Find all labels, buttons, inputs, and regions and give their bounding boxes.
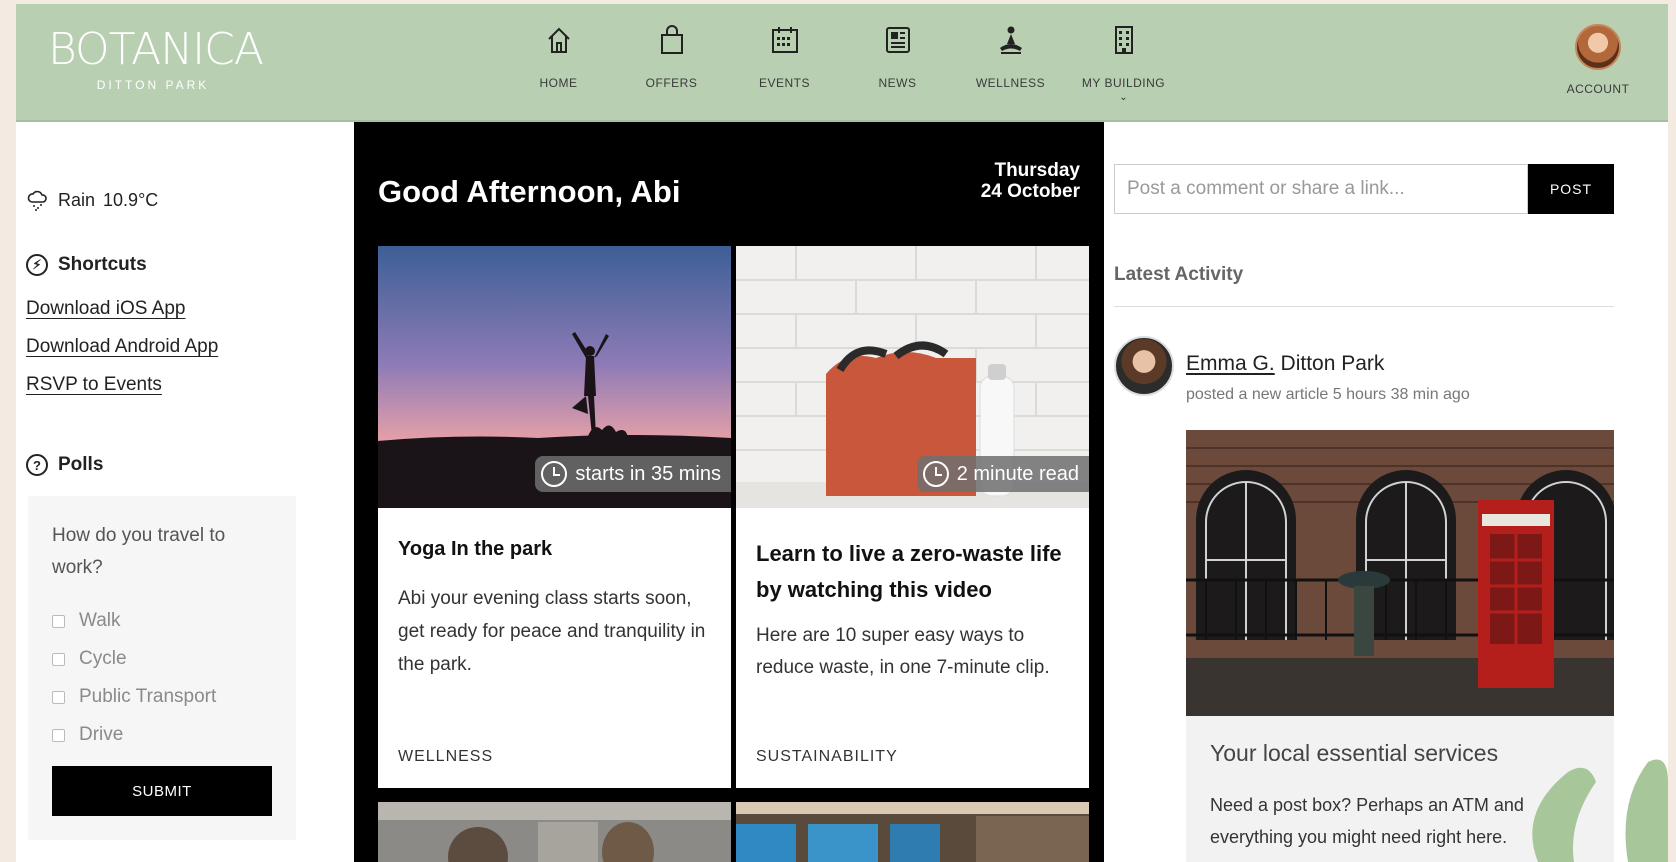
poll-option-label: Walk [79, 610, 121, 631]
card-title: Learn to live a zero-waste life by watch… [756, 541, 1062, 602]
activity-meta: posted a new article 5 hours 38 min ago [1186, 386, 1470, 403]
bag-icon [660, 25, 683, 54]
newspaper-icon [885, 27, 910, 53]
shortcuts-title: Shortcuts [58, 254, 147, 275]
author-location: Ditton Park [1280, 352, 1385, 375]
lightning-icon: ⚡︎ [26, 254, 48, 276]
nav-wellness-label: WELLNESS [975, 76, 1046, 90]
nav-news[interactable]: NEWS [841, 24, 954, 103]
question-icon: ? [26, 454, 48, 476]
greeting-title: Good Afternoon, Abi [378, 174, 681, 209]
checkbox[interactable] [52, 690, 65, 704]
nav-news-label: NEWS [878, 76, 917, 90]
shortcut-rsvp-events[interactable]: RSVP to Events [26, 374, 162, 396]
shortcut-ios-app[interactable]: Download iOS App [26, 298, 186, 320]
zero-waste-image: 2 minute read [736, 246, 1089, 508]
poll-option-label: Drive [79, 724, 124, 745]
poll-submit-button[interactable]: SUBMIT [52, 766, 272, 816]
polls-title: Polls [58, 454, 104, 475]
post-comment-input[interactable]: Post a comment or share a link... [1114, 164, 1528, 214]
author-avatar[interactable] [1114, 336, 1174, 396]
date-value: 24 October [980, 181, 1080, 202]
poll-card: How do you travel to work? Walk Cycle Pu… [28, 496, 296, 840]
latest-activity-heading: Latest Activity [1114, 264, 1244, 285]
card-category: SUSTAINABILITY [756, 748, 898, 765]
avatar[interactable] [1575, 24, 1621, 70]
badge-text: starts in 35 mins [575, 462, 721, 485]
card-category: WELLNESS [398, 748, 494, 765]
nav-home-label: HOME [539, 76, 578, 90]
poll-option-walk[interactable]: Walk [52, 602, 272, 640]
badge-text: 2 minute read [956, 462, 1079, 485]
poll-option-label: Public Transport [79, 686, 217, 707]
rain-cloud-icon [27, 190, 47, 211]
activity-column: Post a comment or share a link... POST L… [1114, 122, 1654, 862]
meditation-icon [999, 26, 1022, 54]
top-header: BOTANICA DITTON PARK HOME OFFERS EVENTS … [16, 4, 1668, 122]
weather-condition: Rain [58, 189, 96, 210]
poll-option-public-transport[interactable]: Public Transport [52, 678, 272, 716]
read-time-badge: 2 minute read [916, 456, 1089, 492]
nav-events[interactable]: EVENTS [728, 24, 841, 103]
brand-location: DITTON PARK [96, 78, 210, 92]
card-body: Here are 10 super easy ways to reduce wa… [756, 625, 1050, 678]
article-preview[interactable]: Your local essential services Need a pos… [1186, 716, 1614, 862]
account-label: ACCOUNT [1566, 82, 1630, 96]
checkbox[interactable] [52, 728, 65, 742]
poll-question: How do you travel to work? [52, 525, 226, 578]
poll-option-drive[interactable]: Drive [52, 716, 272, 754]
building-icon [1114, 26, 1133, 54]
nav-home[interactable]: HOME [502, 24, 615, 103]
nav-offers[interactable]: OFFERS [615, 24, 728, 103]
article-image[interactable] [1186, 430, 1614, 716]
polls-heading: ? Polls [26, 454, 103, 476]
article-title: Your local essential services [1210, 740, 1499, 766]
nav-my-building[interactable]: MY BUILDING ⌄ [1067, 24, 1180, 103]
weather-temp: 10.9°C [103, 189, 159, 210]
left-sidebar: Rain 10.9°C ⚡︎ Shortcuts Download iOS Ap… [26, 122, 346, 862]
yoga-image: starts in 35 mins [378, 246, 731, 508]
poll-option-label: Cycle [79, 648, 127, 669]
card-title: Yoga In the park [398, 538, 553, 560]
date-day: Thursday [994, 160, 1080, 181]
room-image [736, 802, 1089, 862]
checkbox[interactable] [52, 614, 65, 628]
feed-card-zero-waste[interactable]: 2 minute read Learn to live a zero-waste… [736, 246, 1089, 788]
event-start-badge: starts in 35 mins [535, 456, 731, 492]
shortcut-android-app[interactable]: Download Android App [26, 336, 218, 358]
office-image [378, 802, 731, 862]
weather-widget: Rain 10.9°C [26, 188, 158, 212]
article-excerpt: Need a post box? Perhaps an ATM and ever… [1210, 795, 1524, 847]
shortcuts-heading: ⚡︎ Shortcuts [26, 254, 147, 276]
app-frame: BOTANICA DITTON PARK HOME OFFERS EVENTS … [16, 4, 1668, 862]
chevron-down-icon[interactable]: ⌄ [1067, 92, 1180, 103]
home-icon [547, 27, 570, 53]
nav-offers-label: OFFERS [645, 76, 698, 90]
activity-author-line: Emma G. Ditton Park [1186, 352, 1384, 376]
brand-logo[interactable]: BOTANICA DITTON PARK [48, 24, 264, 93]
calendar-icon [771, 27, 798, 53]
post-button[interactable]: POST [1528, 164, 1614, 214]
current-date: Thursday 24 October [981, 160, 1080, 202]
clock-icon [922, 461, 949, 487]
clock-icon [541, 461, 568, 487]
poll-option-cycle[interactable]: Cycle [52, 640, 272, 678]
brand-name: BOTANICA [48, 24, 264, 75]
feed-card-yoga[interactable]: starts in 35 mins Yoga In the park Abi y… [378, 246, 731, 788]
divider [1114, 306, 1614, 307]
feed-card-thumbnail[interactable] [378, 802, 731, 862]
main-feed: Good Afternoon, Abi Thursday 24 October [354, 122, 1104, 862]
checkbox[interactable] [52, 652, 65, 666]
phone-box-street-image [1186, 430, 1614, 716]
card-body: Abi your evening class starts soon, get … [398, 588, 706, 675]
feed-card-thumbnail[interactable] [736, 802, 1089, 862]
author-name-link[interactable]: Emma G. [1186, 352, 1275, 375]
main-nav: HOME OFFERS EVENTS NEWS WELLNESS MY BUIL… [502, 24, 1180, 103]
nav-wellness[interactable]: WELLNESS [954, 24, 1067, 103]
nav-my-building-label: MY BUILDING [1081, 76, 1166, 90]
nav-events-label: EVENTS [758, 76, 810, 90]
account-menu[interactable]: ACCOUNT [1548, 24, 1648, 96]
